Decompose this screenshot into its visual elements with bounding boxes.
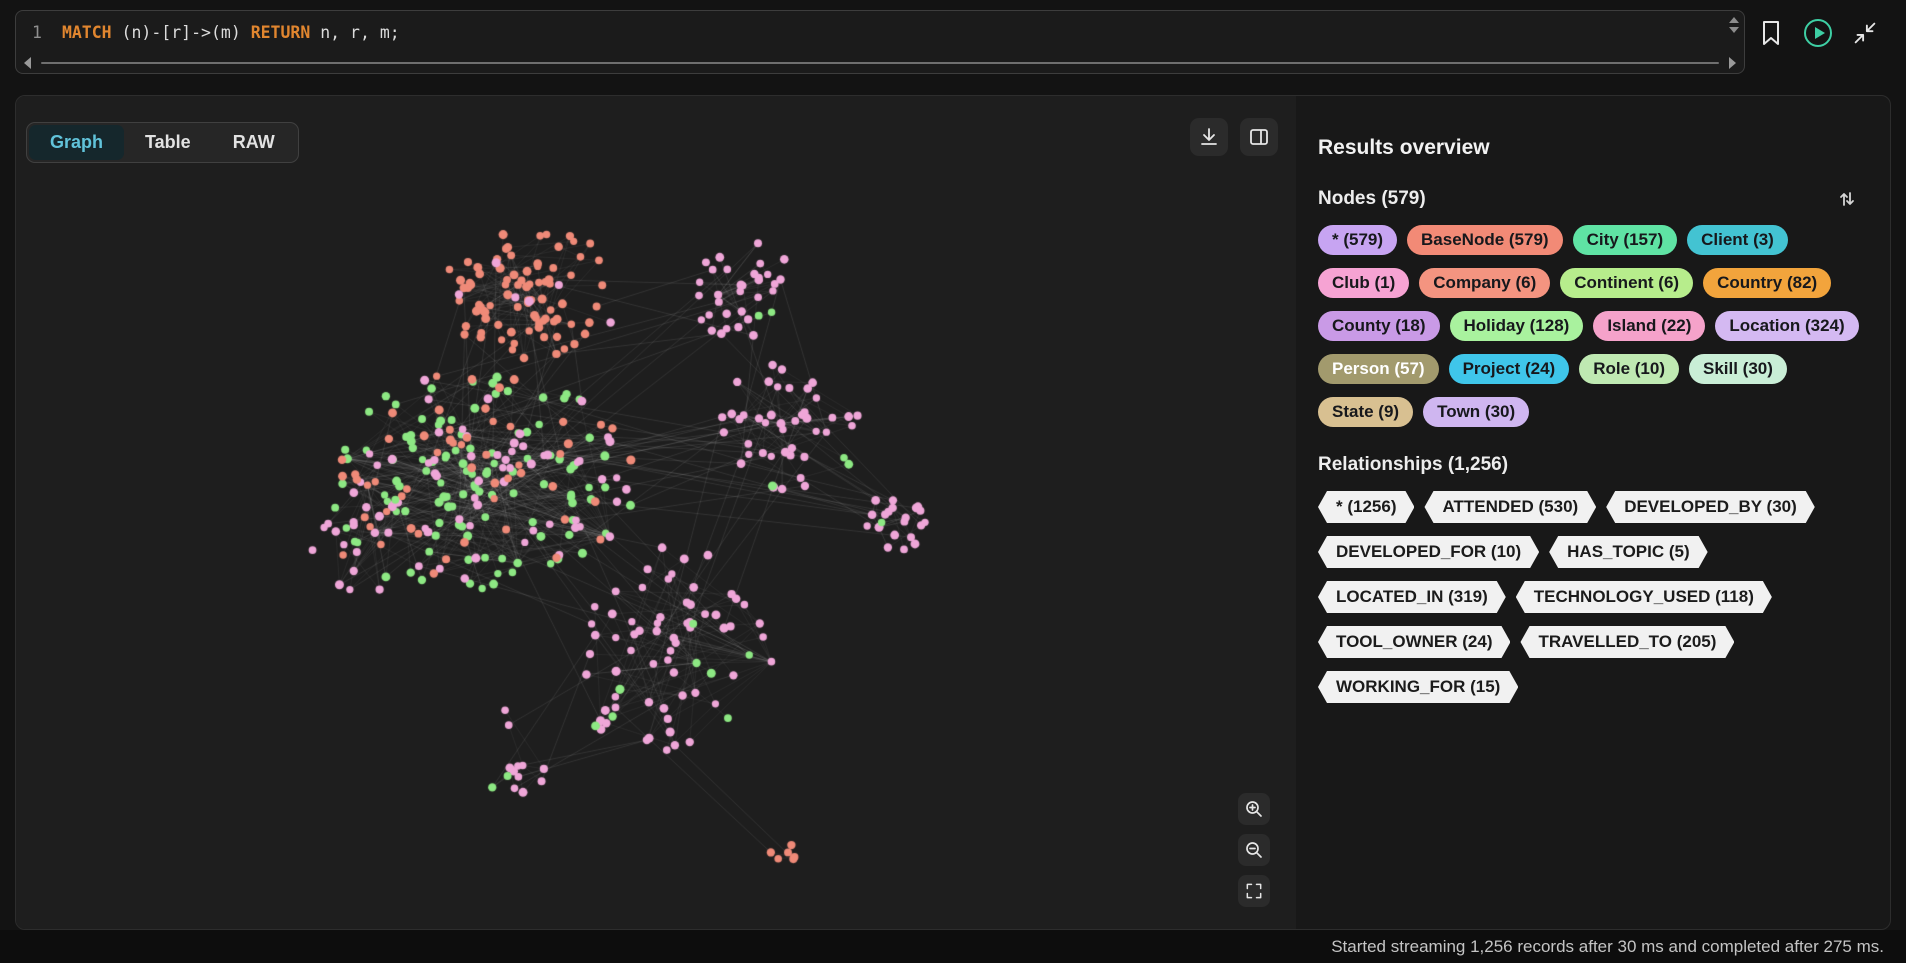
- node-label-pill[interactable]: BaseNode (579): [1407, 225, 1563, 255]
- sort-icon: [1836, 188, 1858, 210]
- node-label-pill[interactable]: State (9): [1318, 397, 1414, 427]
- node-label-pill[interactable]: County (18): [1318, 311, 1440, 341]
- scroll-left-arrow-icon[interactable]: [24, 57, 31, 69]
- node-label-pill[interactable]: Club (1): [1318, 268, 1410, 298]
- relationship-type-chips: * (1256) ATTENDED (530) DEVELOPED_BY (30) D…: [1318, 491, 1876, 703]
- relationship-type-chip[interactable]: TRAVELLED_TO (205): [1520, 626, 1734, 658]
- scroll-down-arrow-icon[interactable]: [1729, 27, 1739, 33]
- node-label-pill[interactable]: Person (57): [1318, 354, 1439, 384]
- relationship-type-chip[interactable]: LOCATED_IN (319): [1318, 581, 1506, 613]
- fit-to-screen-button[interactable]: [1238, 875, 1270, 907]
- query-token-keyword: MATCH: [61, 22, 112, 42]
- node-label-pill[interactable]: Continent (6): [1560, 268, 1694, 298]
- sort-button[interactable]: [1836, 188, 1858, 210]
- zoom-out-icon: [1244, 840, 1264, 860]
- query-token-plain: (n)-[r]->(m): [111, 22, 251, 42]
- node-label-pill[interactable]: Skill (30): [1688, 354, 1787, 384]
- tab-graph[interactable]: Graph: [29, 125, 125, 160]
- line-number: 1: [32, 22, 42, 42]
- collapse-editor-button[interactable]: [1848, 16, 1882, 50]
- query-text[interactable]: MATCH (n)-[r]->(m) RETURN n, r, m;: [62, 23, 400, 42]
- run-query-button[interactable]: [1801, 16, 1835, 50]
- scroll-right-arrow-icon[interactable]: [1729, 57, 1736, 69]
- tab-raw[interactable]: RAW: [212, 125, 296, 160]
- status-bar: Started streaming 1,256 records after 30…: [0, 930, 1906, 963]
- results-overview-sidebar: Results overview Nodes (579) * (579) Base…: [1296, 96, 1890, 929]
- relationship-type-chip[interactable]: ATTENDED (530): [1424, 491, 1596, 523]
- sidebar-panel-icon: [1248, 126, 1270, 148]
- play-icon: [1801, 16, 1835, 50]
- node-label-pill[interactable]: Holiday (128): [1449, 311, 1584, 341]
- graph-canvas[interactable]: [16, 96, 1296, 929]
- fit-to-screen-icon: [1244, 881, 1264, 901]
- node-label-pill[interactable]: City (157): [1572, 225, 1678, 255]
- node-label-pill[interactable]: Country (82): [1703, 268, 1832, 298]
- result-view-tabs: Graph Table RAW: [26, 122, 299, 163]
- status-text: Started streaming 1,256 records after 30…: [1331, 936, 1884, 956]
- cypher-editor[interactable]: 1 MATCH (n)-[r]->(m) RETURN n, r, m;: [15, 10, 1745, 74]
- query-token-keyword: RETURN: [250, 22, 311, 42]
- zoom-controls: [1238, 793, 1270, 907]
- download-button[interactable]: [1190, 118, 1228, 156]
- relationship-type-chip[interactable]: TOOL_OWNER (24): [1318, 626, 1510, 658]
- download-icon: [1198, 126, 1220, 148]
- editor-horizontal-scrollbar[interactable]: [16, 53, 1744, 73]
- node-label-pills: * (579) BaseNode (579) City (157) Client (3…: [1318, 225, 1876, 427]
- graph-view[interactable]: Graph Table RAW: [16, 96, 1296, 929]
- relationship-type-chip[interactable]: DEVELOPED_FOR (10): [1318, 536, 1539, 568]
- nodes-heading-row: Nodes (579): [1318, 188, 1876, 210]
- editor-vertical-scroll[interactable]: [1729, 17, 1739, 33]
- node-label-pill[interactable]: Client (3): [1687, 225, 1788, 255]
- node-label-pill[interactable]: Project (24): [1448, 354, 1570, 384]
- graph-actions: [1190, 118, 1278, 156]
- zoom-out-button[interactable]: [1238, 834, 1270, 866]
- node-label-pill[interactable]: Town (30): [1423, 397, 1530, 427]
- node-label-pill[interactable]: Location (324): [1715, 311, 1859, 341]
- bookmark-button[interactable]: [1754, 16, 1788, 50]
- scroll-up-arrow-icon[interactable]: [1729, 17, 1739, 23]
- node-label-pill[interactable]: Company (6): [1419, 268, 1551, 298]
- results-overview-title: Results overview: [1318, 136, 1490, 159]
- bookmark-icon: [1758, 19, 1784, 47]
- node-label-pill[interactable]: * (579): [1318, 225, 1398, 255]
- relationships-heading: Relationships (1,256): [1318, 454, 1509, 475]
- editor-actions: [1754, 16, 1882, 50]
- node-label-pill[interactable]: Role (10): [1579, 354, 1679, 384]
- relationship-type-chip[interactable]: WORKING_FOR (15): [1318, 671, 1518, 703]
- zoom-in-icon: [1244, 799, 1264, 819]
- nodes-heading: Nodes (579): [1318, 188, 1426, 209]
- toggle-sidebar-button[interactable]: [1240, 118, 1278, 156]
- results-panel: Graph Table RAW Results overview Nodes (…: [15, 95, 1891, 930]
- editor-line: 1 MATCH (n)-[r]->(m) RETURN n, r, m;: [16, 11, 1744, 53]
- scrollbar-thumb[interactable]: [41, 62, 1719, 64]
- node-label-pill[interactable]: Island (22): [1593, 311, 1706, 341]
- collapse-icon: [1850, 18, 1880, 48]
- relationship-type-chip[interactable]: * (1256): [1318, 491, 1414, 523]
- zoom-in-button[interactable]: [1238, 793, 1270, 825]
- relationship-type-chip[interactable]: HAS_TOPIC (5): [1549, 536, 1708, 568]
- relationship-type-chip[interactable]: DEVELOPED_BY (30): [1606, 491, 1815, 523]
- query-token-plain: n, r, m;: [310, 22, 400, 42]
- tab-table[interactable]: Table: [124, 125, 212, 160]
- relationship-type-chip[interactable]: TECHNOLOGY_USED (118): [1516, 581, 1772, 613]
